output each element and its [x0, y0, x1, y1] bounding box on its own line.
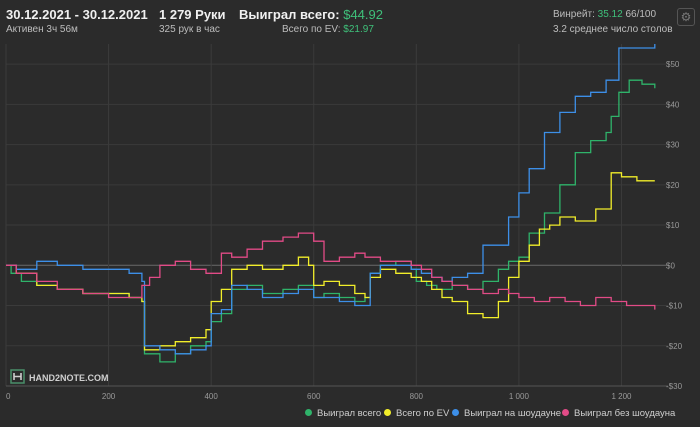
- legend-dot: [384, 408, 391, 416]
- series-layer: [6, 44, 656, 363]
- y-tick-label: $10: [666, 221, 680, 230]
- x-tick-label: 600: [307, 392, 321, 401]
- legend-label: Выиграл на шоудауне: [464, 408, 562, 419]
- legend-item-ev-total[interactable]: Всего по EV: [384, 408, 449, 419]
- legend: Выиграл всего Всего по EV Выиграл на шоу…: [300, 408, 695, 422]
- y-tick-label: -$10: [666, 302, 683, 311]
- y-tick-label: $50: [666, 60, 680, 69]
- y-tick-label: -$30: [666, 382, 683, 391]
- legend-label: Выиграл всего: [317, 408, 382, 419]
- x-tick-label: 400: [204, 392, 218, 401]
- x-tick-label: 1 200: [611, 392, 632, 401]
- y-tick-label: $20: [666, 181, 680, 190]
- legend-dot: [305, 408, 312, 416]
- x-tick-label: 200: [102, 392, 116, 401]
- legend-item-won-non-showdown[interactable]: Выиграл без шоудауна: [562, 408, 675, 419]
- graph-chart: $50 $40 $30 $20 $10 $0 -$10 -$20 -$30 0 200 400 600 8…: [5, 44, 683, 401]
- grid-layer: [5, 44, 668, 387]
- y-tick-label: $0: [666, 261, 675, 270]
- series-won-showdown: [6, 44, 656, 355]
- watermark: HAND2NOTE.COM: [10, 369, 109, 384]
- x-tick-label: 0: [6, 392, 11, 401]
- x-tick-label: 800: [410, 392, 424, 401]
- series-won-total: [6, 79, 656, 363]
- y-tick-label: $30: [666, 141, 680, 150]
- legend-dot: [562, 408, 569, 416]
- x-tick-label: 1 000: [509, 392, 530, 401]
- legend-item-won-total[interactable]: Выиграл всего: [305, 408, 381, 419]
- legend-label: Всего по EV: [396, 408, 450, 419]
- watermark-text: HAND2NOTE.COM: [29, 373, 109, 383]
- y-tick-label: $40: [666, 100, 680, 109]
- legend-dot: [452, 408, 459, 416]
- y-tick-label: -$20: [666, 342, 683, 351]
- legend-item-won-showdown[interactable]: Выиграл на шоудауне: [452, 408, 561, 419]
- legend-label: Выиграл без шоудауна: [574, 408, 676, 419]
- axis-layer: $50 $40 $30 $20 $10 $0 -$10 -$20 -$30 0 200 400 600 8…: [6, 60, 683, 401]
